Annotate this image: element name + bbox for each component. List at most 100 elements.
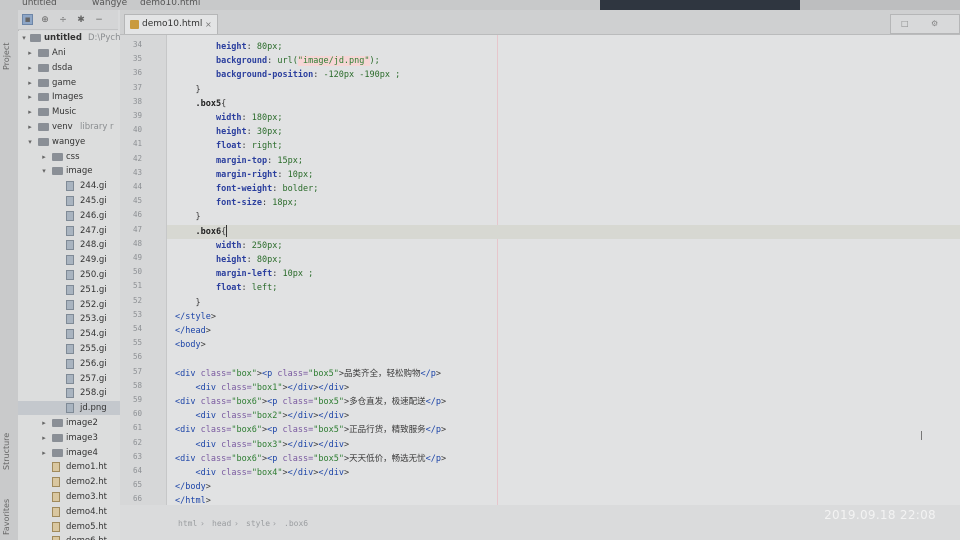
code-line[interactable]: float: right; [175, 139, 283, 153]
project-view-icon[interactable]: ▪ [22, 14, 33, 25]
chevron-right-icon[interactable]: ▸ [26, 105, 34, 119]
tree-item[interactable]: 257.gi [18, 372, 120, 386]
tree-item[interactable]: 245.gi [18, 194, 120, 208]
chevron-right-icon[interactable]: ▸ [26, 90, 34, 104]
settings-icon[interactable]: ⊕ [39, 14, 51, 26]
tree-item[interactable]: ▾ image [18, 164, 120, 178]
tree-item[interactable]: 244.gi [18, 179, 120, 193]
tree-item[interactable]: 249.gi [18, 253, 120, 267]
structure-tool-tab[interactable]: Structure [2, 433, 11, 470]
code-line[interactable]: } [175, 83, 200, 97]
favorites-tool-tab[interactable]: Favorites [2, 499, 11, 535]
tab-demo10[interactable]: demo10.html × [124, 14, 218, 34]
tree-item[interactable]: 251.gi [18, 283, 120, 297]
code-line[interactable]: <div class="box2"></div></div> [175, 409, 349, 423]
minimize-icon[interactable]: − [93, 14, 105, 26]
chevron-right-icon[interactable]: ▸ [40, 446, 48, 460]
preview-icon[interactable]: □ [901, 19, 909, 28]
tree-item[interactable]: 246.gi [18, 209, 120, 223]
code-line[interactable]: float: left; [175, 281, 277, 295]
tree-item[interactable]: ▸ image3 [18, 431, 120, 445]
top-file-label[interactable]: demo10.html [140, 0, 200, 8]
top-folder-label[interactable]: wangye [92, 0, 127, 8]
tree-item[interactable]: ▸ venv library r [18, 120, 120, 134]
tree-item[interactable]: demo3.ht [18, 490, 120, 504]
code-line[interactable]: <div class="box3"></div></div> [175, 438, 349, 452]
tree-item[interactable]: ▸ dsda [18, 61, 120, 75]
tree-item[interactable]: ▸ game [18, 76, 120, 90]
tree-item[interactable]: demo1.ht [18, 460, 120, 474]
tree-item[interactable]: ▸ css [18, 150, 120, 164]
chevron-down-icon[interactable]: ▾ [40, 164, 48, 178]
code-line[interactable]: background-position: -120px -190px ; [175, 68, 400, 82]
code-line[interactable]: font-weight: bolder; [175, 182, 318, 196]
code-line[interactable]: .box6{ [175, 225, 228, 239]
code-line[interactable]: height: 80px; [175, 40, 283, 54]
tree-item[interactable]: demo5.ht [18, 520, 120, 534]
settings-icon[interactable]: ⚙ [931, 19, 938, 28]
code-line[interactable]: <div class="box6"><p class="box5">天天低价，畅… [175, 452, 446, 466]
tree-item[interactable]: ▸ image2 [18, 416, 120, 430]
code-line[interactable]: height: 30px; [175, 125, 283, 139]
breadcrumb-head[interactable]: head [212, 519, 231, 528]
project-tool-tab[interactable]: Project [2, 43, 11, 70]
chevron-right-icon[interactable]: ▸ [26, 61, 34, 75]
breadcrumb-box6[interactable]: .box6 [284, 519, 308, 528]
code-line[interactable]: <div class="box"><p class="box5">品类齐全，轻松… [175, 367, 441, 381]
code-line[interactable]: } [175, 296, 200, 310]
tree-item[interactable]: demo2.ht [18, 475, 120, 489]
tree-item[interactable]: ▸ Ani [18, 46, 120, 60]
chevron-right-icon[interactable]: ▸ [40, 150, 48, 164]
breadcrumb-html[interactable]: html [178, 519, 197, 528]
code-line[interactable]: width: 250px; [175, 239, 283, 253]
tree-item[interactable]: ▾ wangye [18, 135, 120, 149]
tree-item[interactable]: 258.gi [18, 386, 120, 400]
code-line[interactable]: <div class="box1"></div></div> [175, 381, 349, 395]
chevron-right-icon[interactable]: ▸ [26, 46, 34, 60]
tree-item[interactable]: 248.gi [18, 238, 120, 252]
chevron-right-icon[interactable]: ▸ [26, 120, 34, 134]
tree-item[interactable]: ▸ Music [18, 105, 120, 119]
chevron-right-icon[interactable]: ▸ [40, 416, 48, 430]
code-line[interactable]: <div class="box6"><p class="box5">多仓直发，极… [175, 395, 446, 409]
tree-item[interactable]: demo4.ht [18, 505, 120, 519]
tree-root[interactable]: ▾ untitled D:\Pych [18, 31, 120, 45]
chevron-down-icon[interactable]: ▾ [26, 135, 34, 149]
gear-icon[interactable]: ✱ [75, 14, 87, 26]
code-line[interactable]: font-size: 18px; [175, 196, 298, 210]
chevron-down-icon[interactable]: ▾ [20, 31, 28, 45]
code-line[interactable]: margin-left: 10px ; [175, 267, 313, 281]
code-line[interactable]: </style> [175, 310, 216, 324]
tree-item[interactable]: 253.gi [18, 312, 120, 326]
close-icon[interactable]: × [205, 15, 212, 34]
tree-item[interactable]: jd.png [18, 401, 120, 416]
tree-item[interactable]: 252.gi [18, 298, 120, 312]
tree-item[interactable]: 255.gi [18, 342, 120, 356]
code-line[interactable]: margin-top: 15px; [175, 154, 303, 168]
code-line[interactable]: </body> [175, 480, 211, 494]
code-editor[interactable]: height: 80px; background: url("image/jd.… [167, 35, 960, 505]
code-line[interactable]: height: 80px; [175, 253, 283, 267]
tree-item[interactable]: 250.gi [18, 268, 120, 282]
code-line[interactable]: </html> [175, 494, 211, 505]
code-line[interactable]: <div class="box4"></div></div> [175, 466, 349, 480]
tree-item[interactable]: demo6.ht [18, 534, 120, 540]
code-line[interactable]: <div class="box6"><p class="box5">正品行货，精… [175, 423, 446, 437]
top-project-label[interactable]: untitled [22, 0, 57, 8]
collapse-icon[interactable]: ÷ [57, 14, 69, 26]
tree-item[interactable]: ▸ image4 [18, 446, 120, 460]
tree-item[interactable]: 247.gi [18, 224, 120, 238]
code-line[interactable]: width: 180px; [175, 111, 283, 125]
code-line[interactable]: margin-right: 10px; [175, 168, 313, 182]
code-line[interactable]: <body> [175, 338, 206, 352]
tree-item[interactable]: ▸ Images [18, 90, 120, 104]
code-line[interactable]: </head> [175, 324, 211, 338]
code-line[interactable]: .box5{ [175, 97, 226, 111]
chevron-right-icon[interactable]: ▸ [40, 431, 48, 445]
breadcrumb-style[interactable]: style [246, 519, 270, 528]
chevron-right-icon[interactable]: ▸ [26, 76, 34, 90]
tree-item[interactable]: 256.gi [18, 357, 120, 371]
code-line[interactable]: } [175, 210, 200, 224]
tree-item[interactable]: 254.gi [18, 327, 120, 341]
code-line[interactable]: background: url("image/jd.png"); [175, 54, 380, 68]
